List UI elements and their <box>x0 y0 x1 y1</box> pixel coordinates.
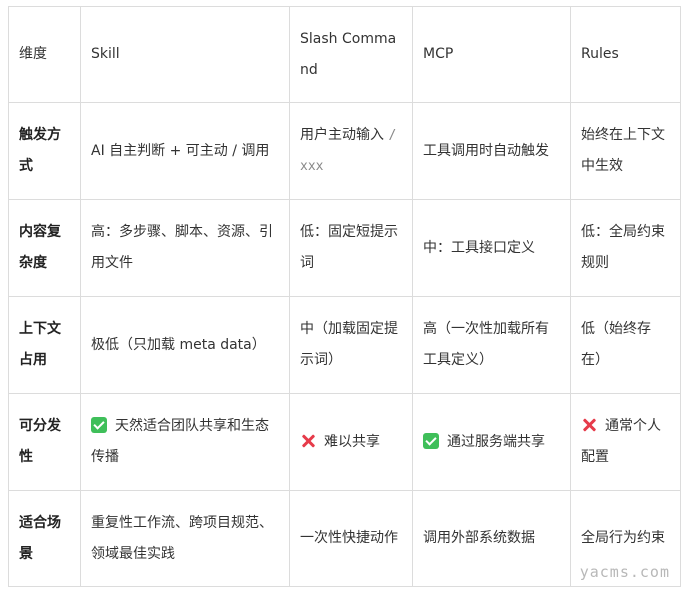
cell-rules: 通常个人配置 <box>570 393 681 491</box>
row-label-distributability: 可分发性 <box>8 393 81 491</box>
cell-skill-text: 天然适合团队共享和生态传播 <box>91 418 269 465</box>
comparison-table: 维度 Skill Slash Command MCP Rules 触发方式 AI… <box>8 6 681 587</box>
cell-slash: 中（加载固定提示词） <box>289 296 413 394</box>
cross-icon <box>581 417 597 433</box>
row-label-trigger: 触发方式 <box>8 102 81 200</box>
header-mcp: MCP <box>412 6 571 103</box>
cell-rules: 始终在上下文中生效 <box>570 102 681 200</box>
header-slash-command: Slash Command <box>289 6 413 103</box>
table-header-row: 维度 Skill Slash Command MCP Rules <box>8 6 681 103</box>
cell-slash: 低：固定短提示词 <box>289 199 413 297</box>
cell-slash-text: 用户主动输入 <box>300 127 389 143</box>
header-skill: Skill <box>80 6 290 103</box>
cell-skill: 天然适合团队共享和生态传播 <box>80 393 290 491</box>
cell-mcp: 中：工具接口定义 <box>412 199 571 297</box>
header-dimension: 维度 <box>8 6 81 103</box>
cell-rules: 低：全局约束规则 <box>570 199 681 297</box>
cell-skill: 高：多步骤、脚本、资源、引用文件 <box>80 199 290 297</box>
cell-mcp: 高（一次性加载所有工具定义） <box>412 296 571 394</box>
table-row: 可分发性 天然适合团队共享和生态传播 难以共享 通过服务端共享 通常个人配置 <box>8 393 681 491</box>
cell-slash: 用户主动输入 /xxx <box>289 102 413 200</box>
table-row: 内容复杂度 高：多步骤、脚本、资源、引用文件 低：固定短提示词 中：工具接口定义… <box>8 199 681 297</box>
cell-mcp-text: 通过服务端共享 <box>447 433 545 450</box>
cell-slash-text: 难以共享 <box>324 433 380 450</box>
table-row: 触发方式 AI 自主判断 + 可主动 / 调用 用户主动输入 /xxx 工具调用… <box>8 102 681 200</box>
cell-skill: AI 自主判断 + 可主动 / 调用 <box>80 102 290 200</box>
cell-slash: 一次性快捷动作 <box>289 490 413 587</box>
cross-icon <box>300 433 316 449</box>
row-label-complexity: 内容复杂度 <box>8 199 81 297</box>
row-label-context-usage: 上下文占用 <box>8 296 81 394</box>
table-row: 上下文占用 极低（只加载 meta data） 中（加载固定提示词） 高（一次性… <box>8 296 681 394</box>
header-rules: Rules <box>570 6 681 103</box>
cell-skill: 重复性工作流、跨项目规范、领域最佳实践 <box>80 490 290 587</box>
cell-mcp: 调用外部系统数据 <box>412 490 571 587</box>
cell-skill: 极低（只加载 meta data） <box>80 296 290 394</box>
check-icon <box>423 432 439 449</box>
cell-slash: 难以共享 <box>289 393 413 491</box>
watermark: yacms.com <box>579 563 670 581</box>
cell-mcp: 通过服务端共享 <box>412 393 571 491</box>
cell-mcp: 工具调用时自动触发 <box>412 102 571 200</box>
cell-rules: 低（始终存在） <box>570 296 681 394</box>
row-label-use-case: 适合场景 <box>8 490 81 587</box>
check-icon <box>91 417 107 433</box>
